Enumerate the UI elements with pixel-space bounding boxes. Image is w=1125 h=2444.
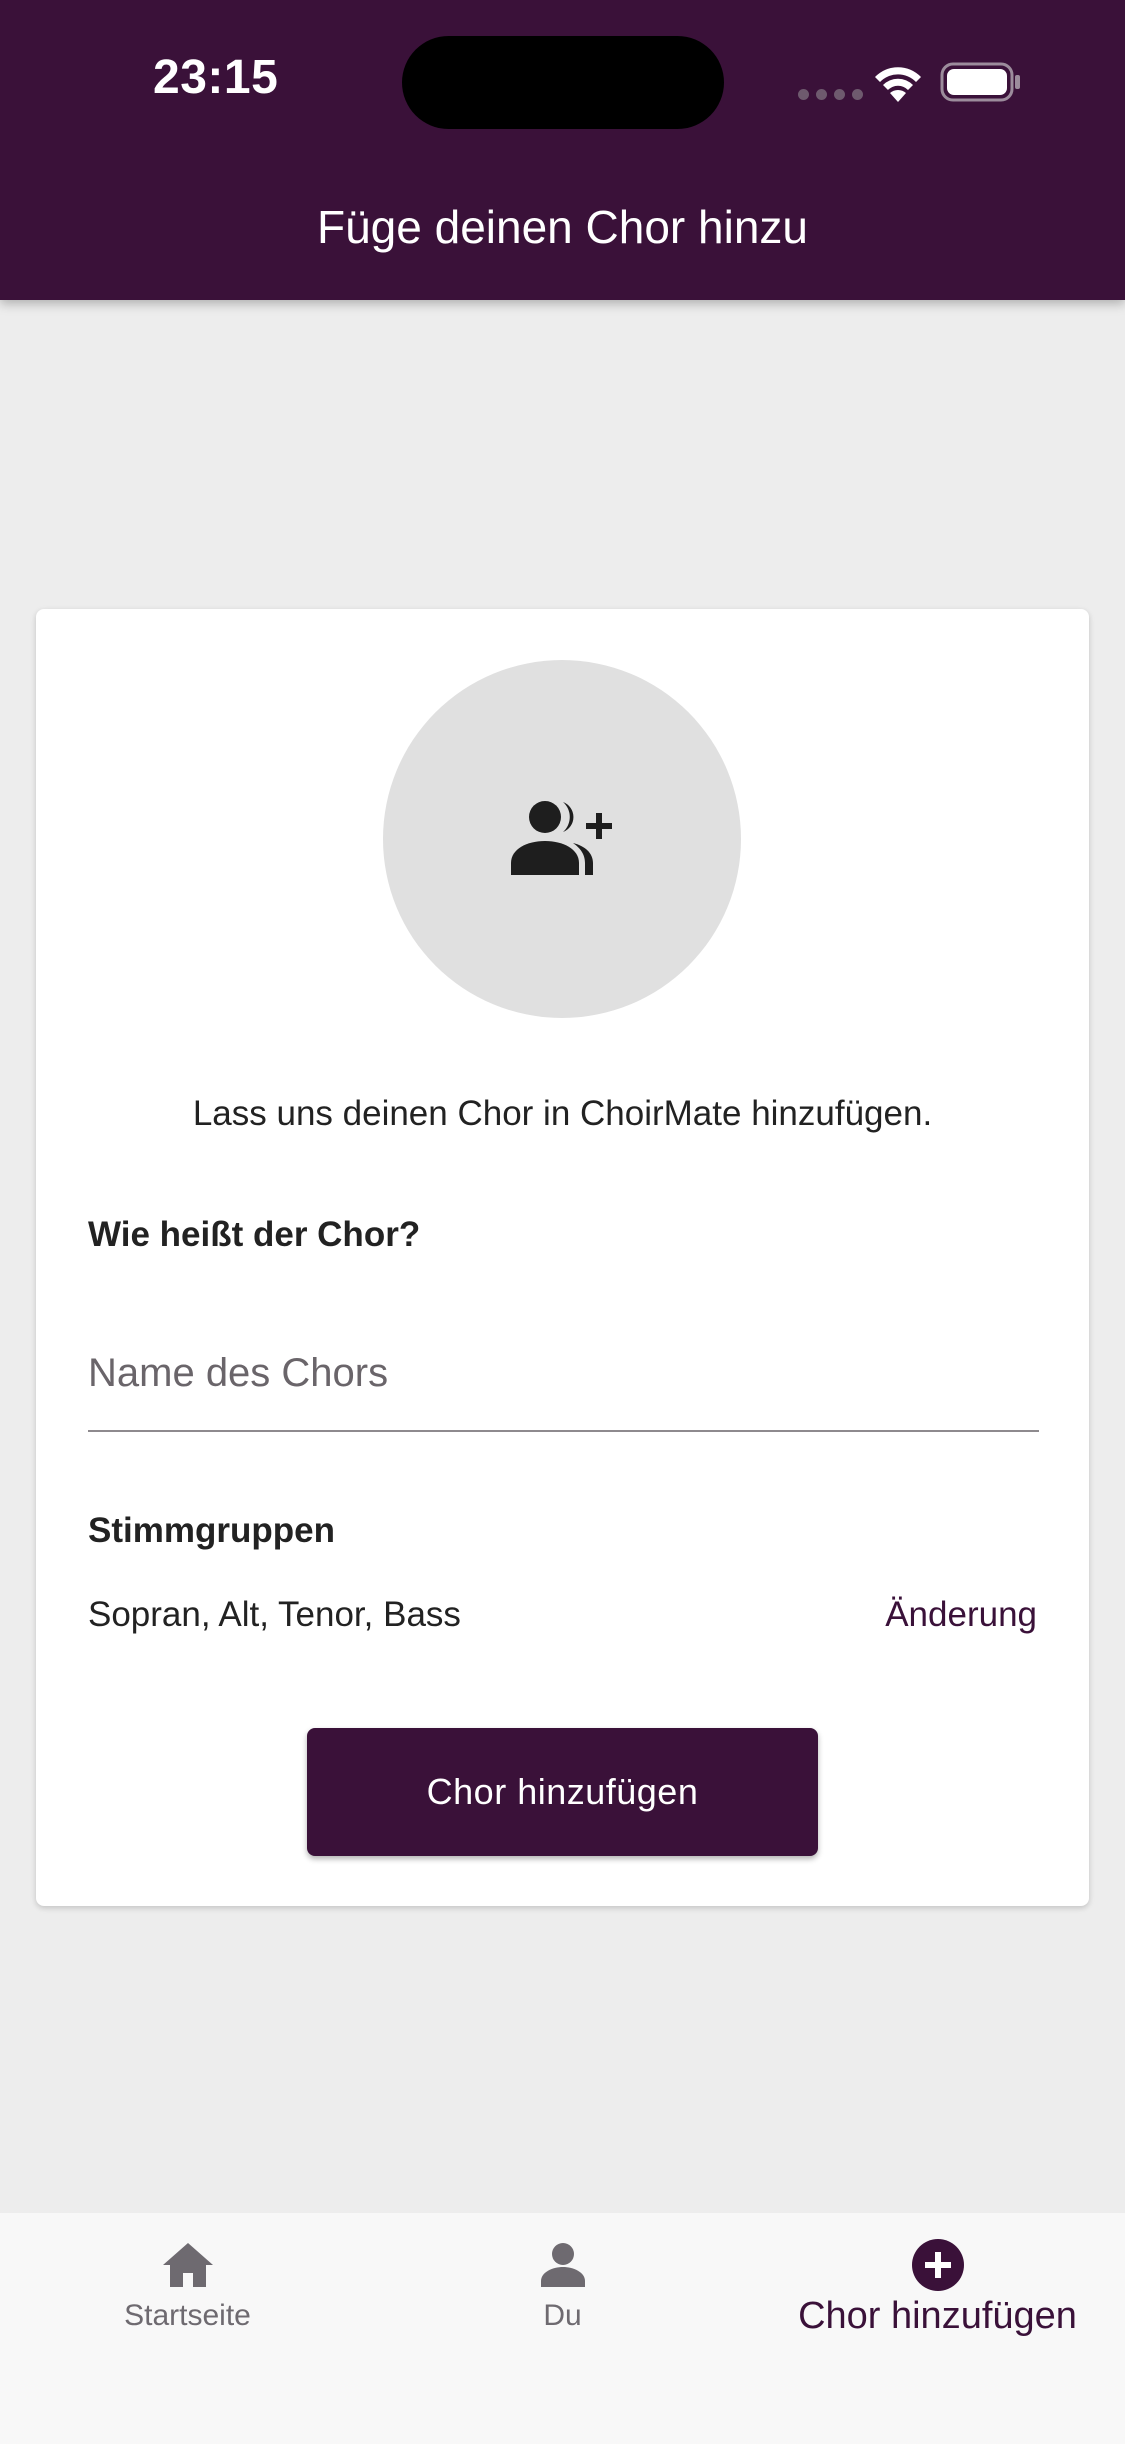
change-voice-groups-button[interactable]: Änderung bbox=[885, 1595, 1037, 1635]
dynamic-island bbox=[402, 36, 724, 129]
status-time: 23:15 bbox=[153, 51, 279, 104]
wifi-icon bbox=[875, 67, 921, 102]
person-icon bbox=[541, 2243, 585, 2287]
choir-name-label: Wie heißt der Chor? bbox=[88, 1215, 421, 1254]
choir-avatar[interactable] bbox=[383, 660, 741, 1018]
nav-item-home[interactable]: Startseite bbox=[0, 2213, 375, 2393]
app-bar: 23:15 Füge deinen Chor hinzu bbox=[0, 0, 1125, 300]
add-choir-card: Lass uns deinen Chor in ChoirMate hinzuf… bbox=[36, 609, 1089, 1906]
voice-groups-value: Sopran, Alt, Tenor, Bass bbox=[88, 1595, 461, 1634]
group-add-icon bbox=[511, 801, 612, 875]
nav-label-add-choir: Chor hinzufügen bbox=[798, 2295, 1077, 2337]
voice-groups-label: Stimmgruppen bbox=[88, 1511, 335, 1550]
page-title: Füge deinen Chor hinzu bbox=[317, 201, 808, 253]
nav-item-profile[interactable]: Du bbox=[375, 2213, 750, 2393]
add-circle-icon bbox=[912, 2239, 964, 2291]
intro-text: Lass uns deinen Chor in ChoirMate hinzuf… bbox=[192, 1094, 933, 1133]
battery-icon bbox=[940, 62, 1020, 102]
nav-item-add-choir[interactable]: Chor hinzufügen bbox=[750, 2213, 1125, 2393]
nav-label-profile: Du bbox=[543, 2299, 582, 2332]
bottom-navigation: Startseite Du Chor hinzufügen bbox=[0, 2213, 1125, 2444]
home-icon bbox=[163, 2243, 213, 2287]
cellular-signal-icon bbox=[798, 89, 863, 100]
choir-name-input[interactable] bbox=[88, 1317, 1039, 1432]
add-choir-button[interactable]: Chor hinzufügen bbox=[307, 1728, 818, 1856]
nav-label-home: Startseite bbox=[124, 2299, 251, 2332]
